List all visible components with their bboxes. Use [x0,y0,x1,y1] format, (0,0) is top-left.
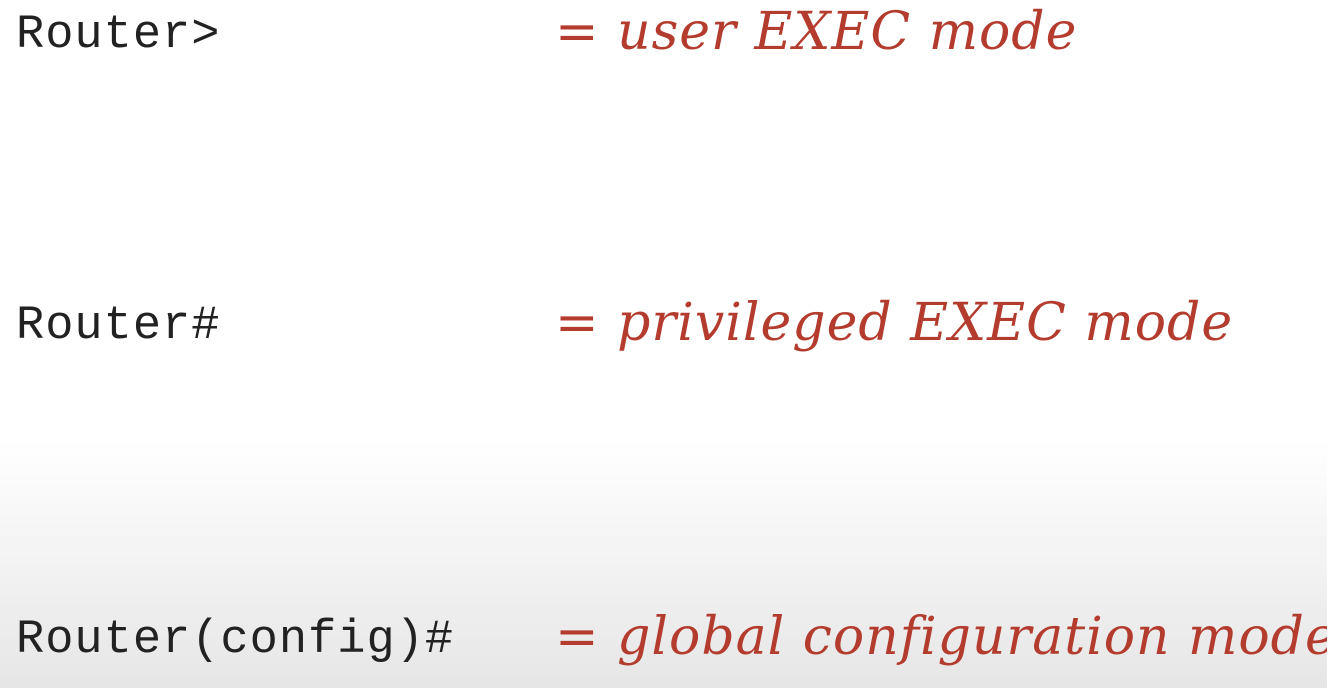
mode-row-privileged-exec: Router# = privileged EXEC mode [0,287,1327,367]
mode-description: = global configuration mode [555,607,1327,667]
mode-description: = user EXEC mode [555,2,1078,62]
cli-prompt: Router# [16,300,221,353]
mode-description: = privileged EXEC mode [555,293,1234,353]
cli-prompt: Router> [16,9,221,62]
mode-row-user-exec: Router> = user EXEC mode [0,0,1327,76]
cli-prompt: Router(config)# [16,614,455,667]
mode-row-global-config: Router(config)# = global configuration m… [0,601,1327,681]
